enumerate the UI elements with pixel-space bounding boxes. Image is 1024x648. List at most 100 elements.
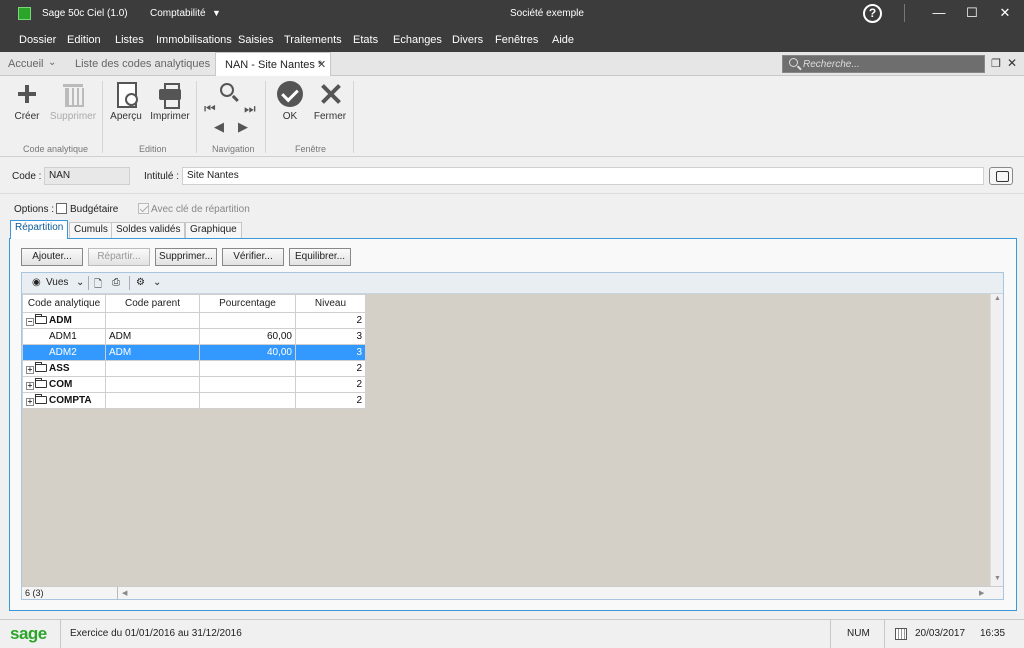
column-header-level[interactable]: Niveau (295, 294, 366, 313)
cell-parent[interactable] (105, 376, 200, 393)
collapse-icon[interactable]: − (26, 318, 34, 326)
ok-button[interactable]: OK (274, 81, 306, 122)
cell-level[interactable]: 2 (295, 312, 366, 329)
tab-close-icon[interactable]: ✕ (317, 58, 326, 71)
cell-code[interactable]: ADM2 (22, 344, 106, 361)
menu-etats[interactable]: Etats (353, 34, 378, 46)
scroll-down-icon[interactable]: ▼ (994, 575, 1001, 582)
menu-divers[interactable]: Divers (452, 34, 483, 46)
views-chevron-icon[interactable]: ⌄ (76, 277, 84, 288)
cell-code[interactable]: + COM (22, 376, 106, 393)
grid-preview-icon[interactable]: 🗋 (94, 277, 102, 294)
menu-immobilisations[interactable]: Immobilisations (156, 34, 232, 46)
scroll-right-icon[interactable]: ▶ (979, 587, 984, 600)
search-input[interactable] (803, 57, 981, 71)
table-row[interactable]: − ADM 2 (22, 312, 366, 329)
menu-traitements[interactable]: Traitements (284, 34, 342, 46)
cell-code[interactable]: ADM1 (22, 328, 106, 345)
tab-nan-site-nantes[interactable]: NAN - Site Nantes * ✕ (215, 52, 331, 76)
zoom-icon[interactable] (220, 83, 234, 97)
delete-line-button[interactable]: Supprimer... (155, 248, 217, 266)
vertical-scrollbar[interactable]: ▲ ▼ (990, 294, 1003, 586)
menu-echanges[interactable]: Echanges (393, 34, 442, 46)
module-selector[interactable]: Comptabilité (150, 8, 206, 19)
balance-button[interactable]: Equilibrer... (289, 248, 351, 266)
add-button[interactable]: Ajouter... (21, 248, 83, 266)
cell-percent[interactable] (199, 360, 296, 377)
next-record-icon[interactable]: ▶ (238, 119, 248, 135)
tab-accueil-chevron-icon[interactable]: ⌄ (48, 57, 56, 68)
cell-parent[interactable]: ADM (105, 328, 200, 345)
cell-parent[interactable] (105, 392, 200, 409)
budgetaire-checkbox[interactable] (56, 203, 67, 214)
menu-listes[interactable]: Listes (115, 34, 144, 46)
restore-icon[interactable]: ❐ (991, 57, 1001, 70)
module-caret-icon[interactable]: ▼ (212, 8, 221, 18)
grid-print-icon[interactable]: ⎙ (112, 277, 120, 288)
tab-repartition[interactable]: Répartition (10, 220, 69, 239)
table-row[interactable]: + ASS 2 (22, 360, 366, 377)
repartition-checkbox[interactable] (138, 203, 149, 214)
cell-level[interactable]: 2 (295, 376, 366, 393)
menu-saisies[interactable]: Saisies (238, 34, 273, 46)
cell-percent[interactable] (199, 392, 296, 409)
menu-dossier[interactable]: Dossier (19, 34, 56, 46)
last-record-icon[interactable]: ⏭ (244, 101, 256, 117)
cell-level[interactable]: 2 (295, 392, 366, 409)
minimize-button[interactable]: — (927, 3, 951, 23)
cell-level[interactable]: 2 (295, 360, 366, 377)
tab-liste-codes[interactable]: Liste des codes analytiques (75, 58, 210, 70)
scroll-left-icon[interactable]: ◀ (122, 587, 127, 600)
cell-percent[interactable]: 60,00 (199, 328, 296, 345)
menu-edition[interactable]: Edition (67, 34, 101, 46)
check-button[interactable]: Vérifier... (222, 248, 284, 266)
table-row[interactable]: + COMPTA 2 (22, 392, 366, 409)
table-row[interactable]: + COM 2 (22, 376, 366, 393)
settings-chevron-icon[interactable]: ⌄ (153, 277, 161, 288)
cell-percent[interactable]: 40,00 (199, 344, 296, 361)
first-record-icon[interactable]: ⏮ (204, 101, 216, 117)
cell-percent[interactable] (199, 312, 296, 329)
maximize-button[interactable]: ☐ (960, 3, 984, 23)
cell-parent[interactable]: ADM (105, 344, 200, 361)
tab-graphique[interactable]: Graphique (185, 222, 242, 238)
tab-accueil[interactable]: Accueil (8, 58, 43, 70)
create-button[interactable]: Créer (10, 81, 44, 122)
cell-parent[interactable] (105, 312, 200, 329)
table-row[interactable]: ADM1 ADM 60,00 3 (22, 328, 366, 345)
column-header-percent[interactable]: Pourcentage (199, 294, 296, 313)
expand-icon[interactable]: + (26, 382, 34, 390)
previous-record-icon[interactable]: ◀ (214, 119, 224, 135)
cell-code[interactable]: + COMPTA (22, 392, 106, 409)
delete-button[interactable]: Supprimer (48, 81, 98, 122)
cell-level[interactable]: 3 (295, 328, 366, 345)
cell-parent[interactable] (105, 360, 200, 377)
cell-level[interactable]: 3 (295, 344, 366, 361)
split-button[interactable]: Répartir... (88, 248, 150, 266)
menu-aide[interactable]: Aide (552, 34, 574, 46)
column-header-parent[interactable]: Code parent (105, 294, 200, 313)
tab-cumuls[interactable]: Cumuls (69, 222, 113, 238)
table-row[interactable]: ADM2 ADM 40,00 3 (22, 344, 366, 361)
settings-gear-icon[interactable]: ⚙ (136, 277, 145, 288)
expand-icon[interactable]: + (26, 366, 34, 374)
close-button[interactable]: Fermer (310, 81, 350, 122)
scroll-up-icon[interactable]: ▲ (994, 295, 1001, 302)
cell-code[interactable]: + ASS (22, 360, 106, 377)
title-field[interactable]: Site Nantes (182, 167, 984, 185)
preview-button[interactable]: Aperçu (108, 81, 144, 122)
cell-code[interactable]: − ADM (22, 312, 106, 329)
menu-fenetres[interactable]: Fenêtres (495, 34, 538, 46)
close-window-button[interactable]: ✕ (993, 3, 1017, 23)
search-box[interactable] (782, 55, 985, 73)
code-field[interactable]: NAN (44, 167, 130, 185)
notes-icon[interactable] (989, 167, 1013, 185)
help-icon[interactable]: ? (863, 4, 882, 23)
close-document-icon[interactable]: ✕ (1007, 56, 1017, 70)
column-header-code[interactable]: Code analytique (22, 294, 106, 313)
expand-icon[interactable]: + (26, 398, 34, 406)
views-dropdown[interactable]: Vues (46, 277, 68, 288)
print-button[interactable]: Imprimer (148, 81, 192, 122)
tab-soldes-valides[interactable]: Soldes validés (111, 222, 186, 238)
cell-percent[interactable] (199, 376, 296, 393)
